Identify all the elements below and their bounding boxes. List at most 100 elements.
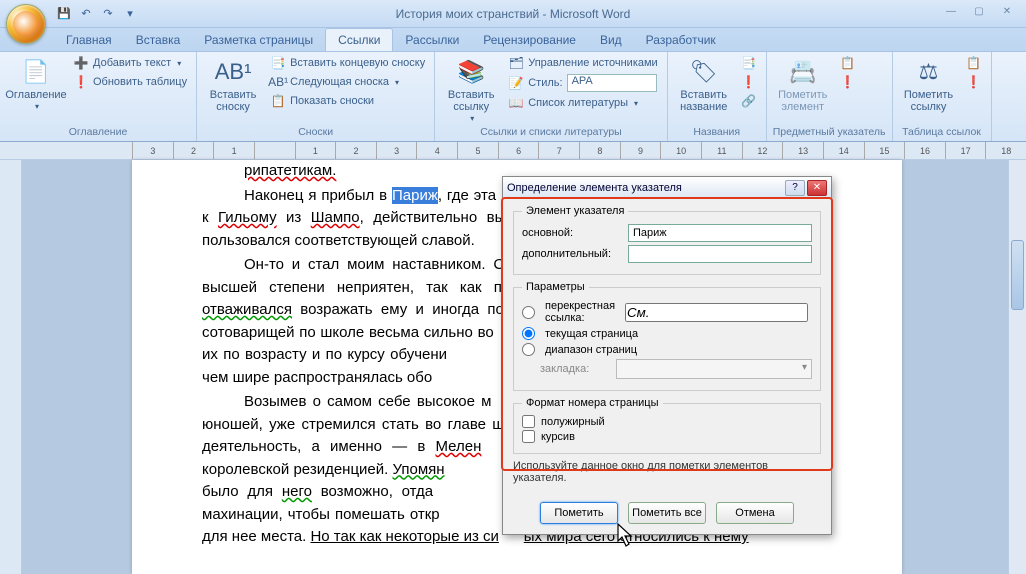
next-footnote-icon: AB¹: [270, 74, 286, 90]
group-index-label: Предметный указатель: [773, 125, 886, 139]
toc-button[interactable]: 📄Оглавление▾: [6, 54, 66, 113]
index-entry-legend: Элемент указателя: [522, 205, 628, 217]
qat-more-icon[interactable]: ▾: [120, 4, 140, 24]
tab-developer[interactable]: Разработчик: [634, 29, 728, 51]
page-range-label: диапазон страниц: [545, 344, 637, 356]
mark-all-button[interactable]: Пометить все: [628, 502, 706, 524]
style-combo[interactable]: APA: [567, 74, 657, 92]
show-icon: 📋: [270, 93, 286, 109]
dialog-titlebar[interactable]: Определение элемента указателя ? ✕: [503, 177, 831, 199]
vertical-ruler[interactable]: [0, 160, 22, 574]
options-legend: Параметры: [522, 281, 589, 293]
index-extra-2[interactable]: ❗: [837, 73, 859, 91]
selected-text: Париж: [392, 187, 438, 204]
tab-home[interactable]: Главная: [54, 29, 124, 51]
manage-sources-button[interactable]: 🗂Управление источниками: [505, 54, 660, 72]
doc-text: Наконец я прибыл в: [244, 187, 392, 204]
ribbon: 📄Оглавление▾ ➕Добавить текст▾ ❗Обновить …: [0, 52, 1026, 142]
italic-checkbox[interactable]: [522, 430, 535, 443]
caption-extra-2[interactable]: ❗: [738, 73, 760, 91]
mark-button[interactable]: Пометить: [540, 502, 618, 524]
caption-label: Вставить название: [676, 89, 732, 113]
caption-extra-1[interactable]: 📑: [738, 54, 760, 72]
mark-index-entry-dialog: Определение элемента указателя ? ✕ Элеме…: [502, 176, 832, 535]
save-icon[interactable]: 💾: [54, 4, 74, 24]
manage-icon: 🗂: [508, 55, 524, 71]
cross-ref-label: перекрестная ссылка:: [545, 300, 619, 324]
cancel-button[interactable]: Отмена: [716, 502, 794, 524]
toa-extra-2[interactable]: ❗: [963, 73, 985, 91]
insert-caption-button[interactable]: 🏷Вставить название: [674, 54, 734, 115]
insert-footnote-button[interactable]: AB¹Вставить сноску: [203, 54, 263, 115]
bookmark-combo[interactable]: [616, 359, 812, 379]
add-text-button[interactable]: ➕Добавить текст▾: [70, 54, 190, 72]
mark-citation-button[interactable]: ⚖Пометить ссылку: [899, 54, 959, 115]
mark-entry-label: Пометить элемент: [775, 89, 831, 113]
scrollbar-thumb[interactable]: [1011, 240, 1024, 310]
dialog-title: Определение элемента указателя: [507, 182, 785, 194]
italic-label: курсив: [541, 431, 575, 443]
cross-ref-radio[interactable]: [522, 306, 535, 319]
page-format-legend: Формат номера страницы: [522, 397, 663, 409]
horizontal-ruler[interactable]: 321123456789101112131415161718: [0, 142, 1026, 160]
maximize-button[interactable]: ▢: [966, 2, 992, 20]
dialog-close-button[interactable]: ✕: [807, 180, 827, 196]
mark-citation-label: Пометить ссылку: [901, 89, 957, 113]
group-citations-label: Ссылки и списки литературы: [441, 125, 660, 139]
add-text-icon: ➕: [73, 55, 89, 71]
endnote-icon: 📑: [270, 55, 286, 71]
vertical-scrollbar[interactable]: [1008, 160, 1026, 574]
caption-extra-3[interactable]: 🔗: [738, 92, 760, 110]
page-format-group: Формат номера страницы полужирный курсив: [513, 397, 821, 454]
tab-mailings[interactable]: Рассылки: [393, 29, 471, 51]
dialog-help-button[interactable]: ?: [785, 180, 805, 196]
group-footnotes-label: Сноски: [203, 125, 428, 139]
window-title: История моих странствий - Microsoft Word: [0, 7, 1026, 21]
close-button[interactable]: ✕: [994, 2, 1020, 20]
current-page-radio[interactable]: [522, 327, 535, 340]
tab-review[interactable]: Рецензирование: [471, 29, 588, 51]
redo-icon[interactable]: ↷: [98, 4, 118, 24]
citation-label: Вставить ссылку: [443, 89, 499, 113]
citation-style-row: 📝Стиль: APA: [505, 73, 660, 93]
sub-entry-label: дополнительный:: [522, 248, 622, 260]
dialog-hint: Используйте данное окно для пометки элем…: [513, 460, 821, 484]
cross-ref-input[interactable]: [625, 303, 808, 322]
insert-citation-button[interactable]: 📚Вставить ссылку▾: [441, 54, 501, 125]
sub-entry-input[interactable]: [628, 245, 812, 263]
style-icon: 📝: [508, 75, 524, 91]
toa-extra-1[interactable]: 📋: [963, 54, 985, 72]
group-toa-label: Таблица ссылок: [899, 125, 985, 139]
quick-access-toolbar: 💾 ↶ ↷ ▾: [54, 4, 140, 24]
main-entry-input[interactable]: [628, 224, 812, 242]
page-range-radio[interactable]: [522, 343, 535, 356]
caption-icon: 🏷: [688, 56, 720, 88]
main-entry-label: основной:: [522, 227, 622, 239]
minimize-button[interactable]: —: [938, 2, 964, 20]
footnote-label: Вставить сноску: [205, 89, 261, 113]
current-page-label: текущая страница: [545, 328, 638, 340]
index-entry-group: Элемент указателя основной: дополнительн…: [513, 205, 821, 275]
next-footnote-button[interactable]: AB¹Следующая сноска▾: [267, 73, 428, 91]
biblio-icon: 📖: [508, 95, 524, 111]
index-extra-1[interactable]: 📋: [837, 54, 859, 72]
citation-icon: 📚: [455, 56, 487, 88]
undo-icon[interactable]: ↶: [76, 4, 96, 24]
update-toc-button[interactable]: ❗Обновить таблицу: [70, 73, 190, 91]
tab-view[interactable]: Вид: [588, 29, 634, 51]
mark-entry-icon: 📇: [787, 56, 819, 88]
toc-label: Оглавление: [5, 89, 66, 101]
options-group: Параметры перекрестная ссылка: текущая с…: [513, 281, 821, 391]
footnote-icon: AB¹: [217, 56, 249, 88]
office-button[interactable]: [6, 4, 46, 44]
bookmark-label: закладка:: [540, 363, 610, 375]
bibliography-button[interactable]: 📖Список литературы▾: [505, 94, 660, 112]
mark-entry-button[interactable]: 📇Пометить элемент: [773, 54, 833, 115]
tab-insert[interactable]: Вставка: [124, 29, 193, 51]
bold-label: полужирный: [541, 416, 605, 428]
insert-endnote-button[interactable]: 📑Вставить концевую сноску: [267, 54, 428, 72]
tab-layout[interactable]: Разметка страницы: [192, 29, 325, 51]
tab-references[interactable]: Ссылки: [325, 28, 393, 51]
bold-checkbox[interactable]: [522, 415, 535, 428]
show-footnotes-button[interactable]: 📋Показать сноски: [267, 92, 428, 110]
